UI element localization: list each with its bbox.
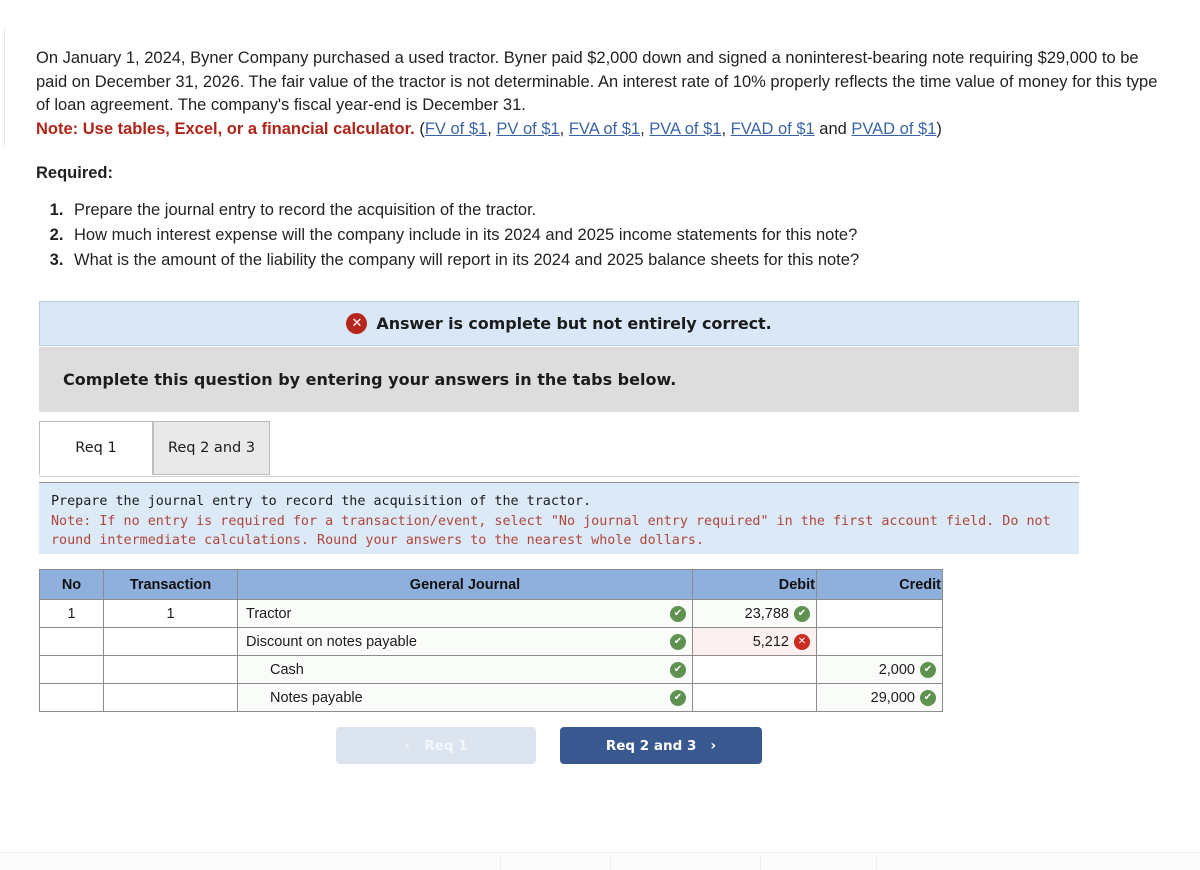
answer-status-message: Answer is complete but not entirely corr…	[376, 314, 772, 333]
cell-account[interactable]: Tractor ✔	[237, 599, 693, 628]
chevron-left-icon: ‹	[404, 737, 411, 754]
header-credit: Credit	[816, 569, 943, 600]
cell-credit[interactable]: 2,000 ✔	[816, 655, 943, 684]
left-margin-rule	[4, 28, 5, 146]
use-tables-note: Note: Use tables, Excel, or a financial …	[36, 119, 415, 138]
prev-req-button[interactable]: ‹ Req 1	[336, 727, 536, 764]
check-icon: ✔	[670, 689, 686, 706]
table-row: Notes payable ✔ 29,000 ✔	[39, 683, 943, 712]
next-req-label: Req 2 and 3	[605, 737, 697, 754]
link-sep-0: ,	[487, 119, 497, 138]
link-pv-of-1[interactable]: PV of $1	[496, 120, 559, 138]
link-sep-4: and	[814, 119, 852, 138]
link-fv-of-1[interactable]: FV of $1	[425, 120, 487, 138]
header-general-journal: General Journal	[237, 569, 693, 600]
table-row: Discount on notes payable ✔ 5,212 ✕	[39, 627, 943, 656]
link-pvad-of-1[interactable]: PVAD of $1	[851, 120, 936, 138]
header-transaction: Transaction	[103, 569, 238, 600]
requirement-tabs: Req 1 Req 2 and 3	[39, 421, 1079, 477]
check-icon: ✔	[670, 633, 686, 650]
link-sep-2: ,	[640, 119, 650, 138]
instruction-line-2: Note: If no entry is required for a tran…	[51, 513, 1051, 549]
cell-no	[39, 655, 104, 684]
table-header-row: No Transaction General Journal Debit Cre…	[39, 569, 943, 600]
cell-credit[interactable]	[816, 627, 943, 656]
cell-account[interactable]: Cash ✔	[237, 655, 693, 684]
table-row: 1 1 Tractor ✔ 23,788 ✔	[39, 599, 943, 628]
required-item-1: Prepare the journal entry to record the …	[68, 198, 1096, 222]
question-page: On January 1, 2024, Byner Company purcha…	[0, 0, 1200, 870]
cell-debit[interactable]	[692, 683, 817, 712]
link-sep-3: ,	[721, 119, 731, 138]
tab-req-2-and-3[interactable]: Req 2 and 3	[153, 421, 270, 475]
credit-value: 2,000	[878, 661, 915, 678]
cell-account[interactable]: Notes payable ✔	[237, 683, 693, 712]
problem-statement: On January 1, 2024, Byner Company purcha…	[36, 47, 1171, 141]
header-no: No	[39, 569, 104, 600]
problem-paragraph: On January 1, 2024, Byner Company purcha…	[36, 49, 1158, 114]
cell-credit[interactable]: 29,000 ✔	[816, 683, 943, 712]
cell-debit[interactable]	[692, 655, 817, 684]
chevron-right-icon: ›	[710, 737, 717, 754]
x-circle-icon: ✕	[346, 313, 368, 334]
cell-transaction	[103, 655, 238, 684]
check-icon: ✔	[670, 661, 686, 678]
general-journal-table: No Transaction General Journal Debit Cre…	[39, 569, 943, 712]
account-name: Cash	[270, 661, 304, 678]
debit-value: 23,788	[744, 605, 789, 622]
required-item-3: What is the amount of the liability the …	[68, 248, 1096, 272]
account-name: Notes payable	[270, 689, 363, 706]
tabstrip-baseline	[39, 476, 1079, 477]
cell-no	[39, 683, 104, 712]
debit-value: 5,212	[752, 633, 789, 650]
account-name: Tractor	[246, 605, 292, 622]
link-sep-1: ,	[559, 119, 569, 138]
instruction-line-1: Prepare the journal entry to record the …	[51, 494, 592, 509]
next-req-button[interactable]: Req 2 and 3 ›	[560, 727, 762, 764]
cell-debit[interactable]: 5,212 ✕	[692, 627, 817, 656]
cell-no	[39, 627, 104, 656]
complete-question-bar: Complete this question by entering your …	[39, 347, 1079, 412]
check-icon: ✔	[920, 689, 936, 706]
cell-debit[interactable]: 23,788 ✔	[692, 599, 817, 628]
x-icon: ✕	[794, 633, 810, 650]
header-debit: Debit	[692, 569, 817, 600]
cell-transaction	[103, 683, 238, 712]
required-item-2: How much interest expense will the compa…	[68, 223, 1096, 247]
check-icon: ✔	[670, 605, 686, 622]
required-heading: Required:	[36, 164, 114, 182]
bottom-strip	[0, 852, 1200, 870]
cell-no: 1	[39, 599, 104, 628]
cell-transaction	[103, 627, 238, 656]
cell-account[interactable]: Discount on notes payable ✔	[237, 627, 693, 656]
table-row: Cash ✔ 2,000 ✔	[39, 655, 943, 684]
link-pva-of-1[interactable]: PVA of $1	[649, 120, 721, 138]
links-close-paren: )	[936, 119, 942, 138]
link-fva-of-1[interactable]: FVA of $1	[569, 120, 640, 138]
answer-status-banner: ✕ Answer is complete but not entirely co…	[39, 301, 1079, 346]
prev-req-label: Req 1	[424, 737, 468, 754]
check-icon: ✔	[794, 605, 810, 622]
credit-value: 29,000	[870, 689, 915, 706]
required-list: Prepare the journal entry to record the …	[36, 198, 1096, 273]
account-name: Discount on notes payable	[246, 633, 417, 650]
link-fvad-of-1[interactable]: FVAD of $1	[731, 120, 815, 138]
tab-req-1[interactable]: Req 1	[39, 421, 153, 475]
requirement-instructions: Prepare the journal entry to record the …	[39, 482, 1079, 554]
cell-credit[interactable]	[816, 599, 943, 628]
check-icon: ✔	[920, 661, 936, 678]
cell-transaction: 1	[103, 599, 238, 628]
